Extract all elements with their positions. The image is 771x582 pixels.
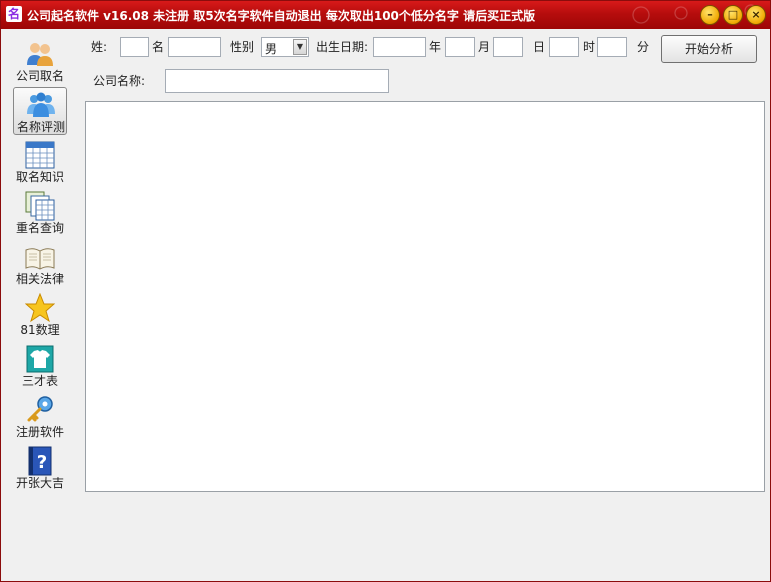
sidebar-item-name-evaluation[interactable]: 名称评测 bbox=[13, 87, 67, 135]
sidebar-item-naming-knowledge[interactable]: 取名知识 bbox=[13, 138, 67, 186]
birth-hour-input[interactable] bbox=[549, 37, 579, 57]
results-panel[interactable] bbox=[85, 101, 765, 492]
sidebar-item-label: 重名查询 bbox=[15, 221, 64, 235]
sidebar-item-label: 三才表 bbox=[21, 374, 58, 388]
gender-select[interactable]: 男 ▼ bbox=[261, 37, 309, 57]
open-book-icon bbox=[25, 248, 55, 270]
sidebar-item-label: 公司取名 bbox=[15, 69, 64, 83]
key-icon bbox=[27, 396, 53, 422]
sidebar-item-grand-opening[interactable]: ? 开张大吉 bbox=[13, 444, 67, 492]
sidebar-item-three-talents-table[interactable]: 三才表 bbox=[13, 342, 67, 390]
people-icon bbox=[27, 43, 53, 66]
stacked-documents-icon bbox=[25, 191, 55, 221]
shirt-icon bbox=[26, 345, 54, 373]
gender-selected-value: 男 bbox=[265, 42, 278, 56]
surname-label: 姓: bbox=[91, 40, 108, 54]
company-name-input[interactable] bbox=[165, 69, 389, 93]
birth-day-input[interactable] bbox=[493, 37, 523, 57]
surname-input[interactable] bbox=[120, 37, 149, 57]
sidebar-item-label: 相关法律 bbox=[15, 272, 64, 286]
sidebar-item-label: 开张大吉 bbox=[15, 476, 64, 490]
day-label: 日 bbox=[533, 40, 546, 54]
birth-minute-input[interactable] bbox=[597, 37, 627, 57]
sidebar-item-register-software[interactable]: 注册软件 bbox=[13, 393, 67, 441]
company-name-label: 公司名称: bbox=[93, 74, 146, 88]
gender-label: 性别 bbox=[230, 40, 255, 54]
svg-text:?: ? bbox=[37, 452, 47, 473]
sidebar-item-company-naming[interactable]: 公司取名 bbox=[13, 37, 67, 85]
start-analysis-button[interactable]: 开始分析 bbox=[661, 35, 757, 63]
year-label: 年 bbox=[429, 40, 442, 54]
minimize-button[interactable]: – bbox=[700, 5, 720, 25]
calendar-grid-icon bbox=[25, 141, 55, 169]
close-button[interactable]: × bbox=[746, 5, 766, 25]
sidebar-item-label: 注册软件 bbox=[15, 425, 64, 439]
sidebar-item-label: 取名知识 bbox=[15, 170, 64, 184]
birth-year-input[interactable] bbox=[373, 37, 426, 57]
sidebar-item-label: 名称评测 bbox=[16, 120, 65, 134]
star-icon bbox=[25, 293, 55, 323]
birth-month-input[interactable] bbox=[445, 37, 475, 57]
minute-label: 分 bbox=[637, 40, 650, 54]
sidebar-item-duplicate-search[interactable]: 重名查询 bbox=[13, 189, 67, 237]
given-name-label: 名 bbox=[152, 40, 165, 54]
app-window: 名 公司起名软件 v16.08 未注册 取5次名字软件自动退出 每次取出100个… bbox=[0, 0, 771, 582]
given-name-input[interactable] bbox=[168, 37, 221, 57]
maximize-button[interactable]: □ bbox=[723, 5, 743, 25]
birthdate-label: 出生日期: bbox=[316, 40, 369, 54]
group-icon bbox=[27, 92, 55, 117]
title-bar[interactable]: 名 公司起名软件 v16.08 未注册 取5次名字软件自动退出 每次取出100个… bbox=[1, 1, 770, 29]
month-label: 月 bbox=[478, 40, 491, 54]
window-title: 公司起名软件 v16.08 未注册 取5次名字软件自动退出 每次取出100个低分… bbox=[27, 9, 536, 23]
hour-label: 时 bbox=[583, 40, 596, 54]
sidebar-item-label: 81数理 bbox=[20, 323, 60, 337]
sidebar-item-81-numerology[interactable]: 81数理 bbox=[13, 291, 67, 339]
app-logo-icon: 名 bbox=[6, 6, 22, 22]
sidebar-item-related-laws[interactable]: 相关法律 bbox=[13, 240, 67, 288]
chevron-down-icon[interactable]: ▼ bbox=[293, 39, 307, 55]
help-book-icon: ? bbox=[28, 446, 52, 476]
